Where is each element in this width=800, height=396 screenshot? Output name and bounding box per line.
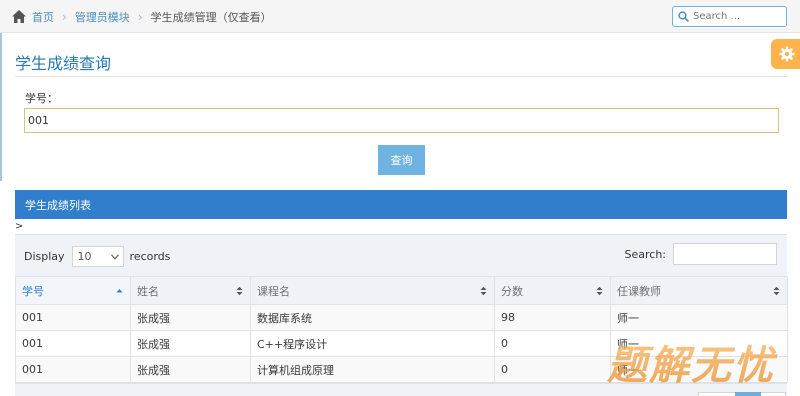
column-header-student-id[interactable]: 学号: [15, 276, 131, 305]
cell-score: 0: [494, 356, 611, 383]
records-label: records: [129, 250, 171, 263]
sort-both-icon: [773, 286, 780, 296]
cell-course: C++程序设计: [250, 330, 495, 357]
chevron-down-icon: [110, 253, 119, 260]
cell-course: 数据库系统: [250, 304, 495, 331]
query-button[interactable]: 查询: [378, 145, 425, 175]
cell-score: 98: [494, 304, 611, 331]
cell-score: 0: [494, 330, 611, 357]
column-header-name[interactable]: 姓名: [130, 276, 251, 305]
results-panel-header: 学生成绩列表: [15, 190, 787, 219]
cell-name: 张成强: [130, 330, 251, 357]
student-id-label: 学号：: [25, 92, 58, 105]
table-search: Search:: [624, 243, 777, 265]
nav-search-input[interactable]: [693, 11, 783, 22]
sort-both-icon: [480, 286, 487, 296]
display-label: Display: [24, 250, 65, 263]
home-icon[interactable]: [12, 10, 26, 23]
search-icon: [678, 11, 689, 22]
cell-teacher: 师一: [610, 304, 788, 331]
sidebar-edge: [0, 33, 2, 181]
page-length-select[interactable]: 10: [71, 246, 124, 267]
sort-both-icon: [596, 286, 603, 296]
stray-marker: >: [15, 221, 24, 232]
cell-course: 计算机组成原理: [250, 356, 495, 383]
table-header-row: 学号 姓名 课程名 分数 任课教师: [15, 276, 788, 305]
page-title: 学生成绩查询: [15, 54, 112, 73]
column-header-score[interactable]: 分数: [494, 276, 611, 305]
breadcrumb-module-link[interactable]: 管理员模块: [75, 9, 130, 25]
table-toolbar: Display 10 records Search:: [15, 234, 787, 276]
gear-icon: [779, 46, 795, 62]
cell-name: 张成强: [130, 356, 251, 383]
column-header-course[interactable]: 课程名: [250, 276, 495, 305]
page-length-control: Display 10 records: [24, 246, 170, 267]
settings-button[interactable]: [771, 39, 800, 69]
chevron-right-icon: ›: [137, 9, 143, 24]
divider: [15, 76, 787, 77]
cell-student-id: 001: [15, 356, 131, 383]
cell-name: 张成强: [130, 304, 251, 331]
cell-student-id: 001: [15, 304, 131, 331]
breadcrumb-home-link[interactable]: 首页: [32, 9, 54, 25]
student-id-input[interactable]: [24, 108, 779, 133]
breadcrumb-current: 学生成绩管理（仅查看）: [150, 10, 272, 24]
pagination-current-page[interactable]: [735, 392, 761, 396]
table-search-label: Search:: [624, 247, 667, 261]
sort-asc-icon: [116, 289, 123, 293]
page-length-value: 10: [77, 250, 92, 263]
chevron-right-icon: ›: [62, 9, 67, 24]
svg-text:题解无忧: 题解无忧: [606, 343, 778, 388]
table-search-input[interactable]: [673, 243, 777, 265]
column-header-teacher[interactable]: 任课教师: [610, 276, 788, 305]
sort-both-icon: [236, 286, 243, 296]
results-panel-title: 学生成绩列表: [25, 198, 91, 212]
nav-search-box[interactable]: [672, 6, 787, 27]
table-row: 001 张成强 数据库系统 98 师一: [15, 304, 788, 331]
cell-student-id: 001: [15, 330, 131, 357]
breadcrumb: 首页 › 管理员模块 › 学生成绩管理（仅查看）: [12, 0, 272, 33]
breadcrumb-bar: 首页 › 管理员模块 › 学生成绩管理（仅查看）: [0, 0, 800, 33]
watermark-logo: 题解无忧: [606, 343, 778, 388]
